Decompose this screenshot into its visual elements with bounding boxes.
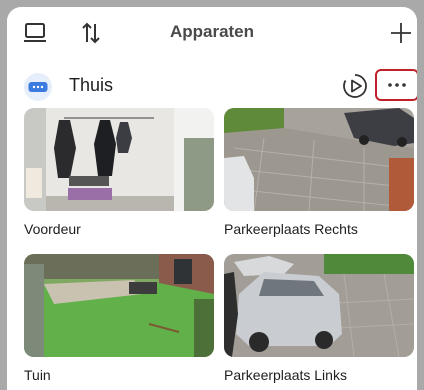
more-icon [388, 83, 406, 87]
camera-thumbnail[interactable] [24, 108, 214, 211]
location-header: Thuis [7, 67, 417, 103]
device-tile[interactable]: Parkeerplaats Links [224, 254, 414, 383]
top-bar: Apparaten [7, 7, 417, 61]
add-icon[interactable] [387, 19, 415, 47]
device-tile[interactable]: Parkeerplaats Rechts [224, 108, 414, 237]
camera-thumbnail[interactable] [224, 254, 414, 357]
devices-panel: Apparaten Thuis Voordeur Parkeerplaats R… [7, 7, 417, 390]
playback-icon[interactable] [341, 72, 369, 100]
device-tile[interactable]: Tuin [24, 254, 214, 383]
hub-icon [24, 73, 52, 101]
more-options-button[interactable] [375, 69, 417, 101]
device-tile[interactable]: Voordeur [24, 108, 214, 237]
device-label: Parkeerplaats Rechts [224, 221, 358, 237]
device-label: Voordeur [24, 221, 81, 237]
location-name: Thuis [69, 75, 114, 95]
device-label: Parkeerplaats Links [224, 367, 347, 383]
page-title: Apparaten [169, 22, 255, 41]
camera-thumbnail[interactable] [224, 108, 414, 211]
camera-thumbnail[interactable] [24, 254, 214, 357]
device-label: Tuin [24, 367, 51, 383]
